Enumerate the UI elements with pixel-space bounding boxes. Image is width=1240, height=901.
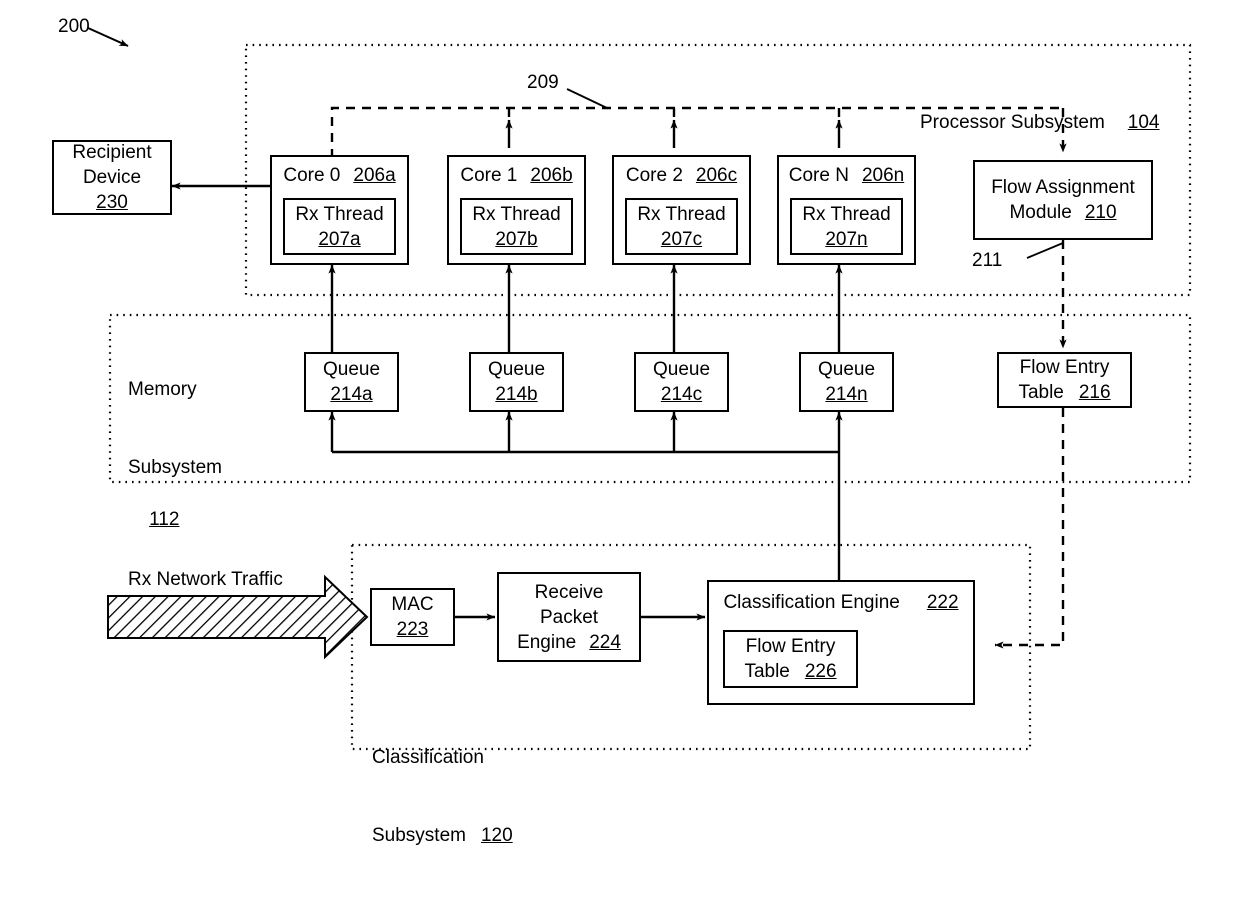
processor-subsystem-ref: 104 xyxy=(1127,112,1160,133)
classification-engine-name: Classification Engine xyxy=(723,592,900,613)
rpe-line3: Engine xyxy=(517,631,577,653)
memory-subsystem-line1: Memory xyxy=(128,379,197,400)
queue-214c-box: Queue 214c xyxy=(634,352,729,412)
mac-box: MAC 223 xyxy=(370,588,455,646)
processor-subsystem-title-text: Processor Subsystem xyxy=(920,112,1105,133)
recipient-device-ref: 230 xyxy=(96,192,128,213)
flow-entry-table-226-line1: Flow Entry xyxy=(745,636,836,657)
link-211-label: 211 xyxy=(972,250,1003,271)
queue-214n-box: Queue 214n xyxy=(799,352,894,412)
queue-214a-box: Queue 214a xyxy=(304,352,399,412)
receive-packet-engine-box: Receive Packet Engine 224 xyxy=(497,572,641,662)
flow-entry-table-216-box: Flow Entry Table 216 xyxy=(997,352,1132,408)
mac-name: MAC xyxy=(391,594,434,615)
queue-214n-ref: 214n xyxy=(825,384,868,405)
rpe-line2: Packet xyxy=(539,606,599,628)
memory-subsystem-ref: 112 xyxy=(149,509,180,530)
bus-209-leader xyxy=(566,88,608,109)
queue-214b-box: Queue 214b xyxy=(469,352,564,412)
classification-engine-ref: 222 xyxy=(926,592,959,613)
memory-subsystem-label: Memory Subsystem 112 xyxy=(128,325,222,559)
queue-214a-ref: 214a xyxy=(330,384,373,405)
recipient-device-box: Recipient Device 230 xyxy=(52,140,172,215)
queue-214a-name: Queue xyxy=(322,359,381,380)
queue-214c-name: Queue xyxy=(652,359,711,380)
link-211-leader xyxy=(1026,242,1064,259)
flow-entry-table-226-ref: 226 xyxy=(804,661,837,682)
rx-thread-207n-ref: 207n xyxy=(825,228,868,250)
rx-thread-207a-ref: 207a xyxy=(318,228,361,250)
queue-214b-name: Queue xyxy=(487,359,546,380)
queue-to-core-arrows xyxy=(328,264,843,352)
flow-assignment-line2: Module xyxy=(1009,202,1072,223)
rx-network-traffic-label: Rx Network Traffic xyxy=(128,569,283,590)
core-n-ref: 206n xyxy=(861,165,905,186)
classification-subsystem-label: Classification Subsystem 120 xyxy=(372,693,513,901)
queue-214c-ref: 214c xyxy=(660,384,703,405)
rx-thread-207n-name: Rx Thread xyxy=(802,203,891,225)
rx-thread-207b-ref: 207b xyxy=(495,228,538,250)
rpe-ref: 224 xyxy=(589,631,621,653)
classification-subsystem-line2: Subsystem xyxy=(372,825,466,846)
flow-assignment-module-box: Flow Assignment Module 210 xyxy=(973,160,1153,240)
core-2-ref: 206c xyxy=(695,165,738,186)
table-216-to-classification-engine xyxy=(994,408,1065,649)
figure-leader-arrow xyxy=(87,27,129,47)
recipient-device-line1: Recipient xyxy=(72,142,152,163)
rx-thread-207b-box: Rx Thread 207b xyxy=(460,198,573,255)
core-1-name: Core 1 xyxy=(460,165,518,186)
rx-thread-207c-box: Rx Thread 207c xyxy=(625,198,738,255)
figure-number: 200 xyxy=(58,16,90,37)
classification-subsystem-line1: Classification xyxy=(372,747,484,768)
flow-entry-table-216-ref: 216 xyxy=(1078,382,1111,403)
figure-canvas: 200 Processor Subsystem 104 209 Recipient… xyxy=(0,0,1240,846)
recipient-device-line2: Device xyxy=(82,167,142,188)
core-2-name: Core 2 xyxy=(625,165,683,186)
flow-entry-table-226-box: Flow Entry Table 226 xyxy=(723,630,858,688)
rx-thread-207c-ref: 207c xyxy=(660,228,703,250)
queue-214n-name: Queue xyxy=(817,359,876,380)
rx-thread-207b-name: Rx Thread xyxy=(472,203,561,225)
rx-thread-207a-name: Rx Thread xyxy=(295,203,384,225)
core-1-ref: 206b xyxy=(530,165,573,186)
classification-to-queues-bus xyxy=(328,411,843,580)
rx-thread-207a-box: Rx Thread 207a xyxy=(283,198,396,255)
rpe-line1: Receive xyxy=(534,581,604,603)
core-0-ref: 206a xyxy=(353,165,396,186)
core-0-name: Core 0 xyxy=(283,165,341,186)
flow-entry-table-216-line2: Table xyxy=(1018,382,1064,403)
bus-209-label: 209 xyxy=(527,72,559,93)
memory-subsystem-line2: Subsystem xyxy=(128,457,222,478)
core-n-name: Core N xyxy=(788,165,849,186)
rx-thread-207n-box: Rx Thread 207n xyxy=(790,198,903,255)
mac-ref: 223 xyxy=(396,619,429,640)
classification-subsystem-ref: 120 xyxy=(480,825,513,846)
flow-assignment-ref: 210 xyxy=(1084,202,1117,223)
rx-thread-207c-name: Rx Thread xyxy=(637,203,726,225)
flow-entry-table-226-line2: Table xyxy=(744,661,790,682)
flow-entry-table-216-line1: Flow Entry xyxy=(1019,357,1110,378)
queue-214b-ref: 214b xyxy=(495,384,538,405)
flow-assignment-line1: Flow Assignment xyxy=(991,177,1135,198)
